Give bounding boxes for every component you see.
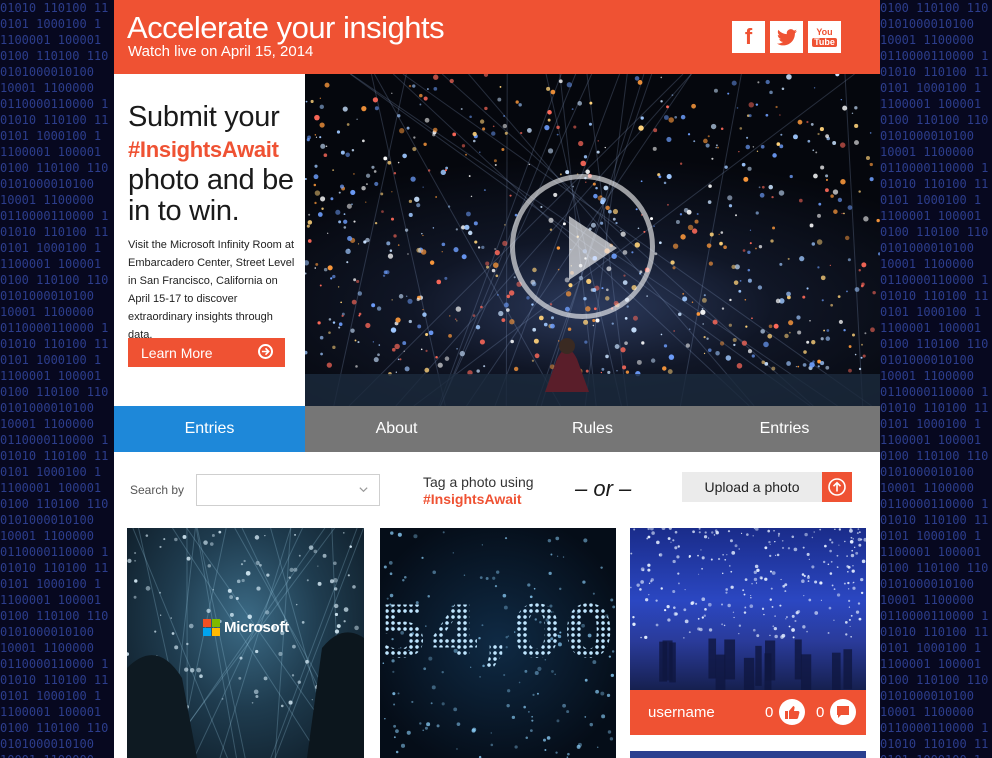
light-digits-text: 54,00 <box>380 590 616 674</box>
binary-background-right: 0100 110100 110 0101000010100 10001 1100… <box>880 1 989 758</box>
tab-entries-2[interactable]: Entries <box>689 406 880 452</box>
promo-hashtag[interactable]: #InsightsAwait <box>128 137 279 162</box>
entry-card-3[interactable] <box>630 528 866 690</box>
blue-lights-photo <box>630 528 866 690</box>
learn-more-button[interactable]: Learn More <box>128 338 285 367</box>
mirror-room-photo <box>127 528 364 758</box>
entry-card-3-footer: username 0 0 <box>630 690 866 735</box>
microsoft-logo: Microsoft <box>203 619 289 636</box>
tab-about[interactable]: About <box>305 406 488 452</box>
entries-toolbar: Search by Tag a photo using #InsightsAwa… <box>114 452 880 526</box>
comment-count: 0 <box>816 704 825 721</box>
entry-card-4[interactable] <box>630 751 866 758</box>
tab-bar: Entries About Rules Entries <box>114 406 880 452</box>
like-count: 0 <box>765 704 774 721</box>
learn-more-label: Learn More <box>141 344 213 361</box>
promo-panel: Submit your #InsightsAwait photo and be … <box>114 74 305 406</box>
promo-headline-line2: photo and be in to win. <box>128 164 294 227</box>
tag-instructions: Tag a photo using #InsightsAwait <box>423 474 534 508</box>
microsoft-wordmark: Microsoft <box>224 619 289 636</box>
entry-username[interactable]: username <box>648 704 715 721</box>
search-by-dropdown[interactable] <box>196 474 380 506</box>
facebook-button[interactable]: f <box>732 21 765 53</box>
tag-hashtag[interactable]: #InsightsAwait <box>423 491 522 507</box>
promo-headline-line1: Submit your <box>128 101 280 133</box>
main-page: Accelerate your insights Watch live on A… <box>114 0 880 758</box>
youtube-icon-top: You <box>816 26 833 37</box>
promo-headline: Submit your #InsightsAwait photo and be … <box>128 102 303 227</box>
facebook-icon: f <box>744 24 753 49</box>
like-icon[interactable] <box>779 699 805 725</box>
tab-rules[interactable]: Rules <box>496 406 689 452</box>
upload-photo-button[interactable]: Upload a photo <box>682 472 822 502</box>
youtube-icon-bottom: Tube <box>812 36 837 47</box>
tag-line: Tag a photo using <box>423 474 534 490</box>
comment-icon[interactable] <box>830 699 856 725</box>
video-player[interactable] <box>305 74 880 406</box>
binary-background-left: 01010 110100 11 0101 1000100 1 1100001 1… <box>0 1 109 758</box>
microsoft-logo-icon <box>203 619 220 636</box>
tab-entries[interactable]: Entries <box>114 406 305 452</box>
twitter-button[interactable] <box>770 21 803 53</box>
or-divider: – or – <box>575 476 632 501</box>
entry-card-2[interactable]: 54,00 <box>380 528 616 758</box>
upload-icon[interactable] <box>822 472 852 502</box>
entry-card-1[interactable]: Microsoft <box>127 528 364 758</box>
arrow-right-icon <box>258 344 273 359</box>
header-banner: Accelerate your insights Watch live on A… <box>114 0 880 74</box>
play-icon[interactable] <box>510 174 655 319</box>
search-by-label: Search by <box>130 483 185 497</box>
twitter-icon <box>776 28 797 45</box>
youtube-button[interactable]: You Tube <box>808 21 841 53</box>
chevron-down-icon <box>359 487 368 493</box>
page-title: Accelerate your insights <box>127 10 445 45</box>
promo-description: Visit the Microsoft Infinity Room at Emb… <box>128 239 295 341</box>
page-subtitle: Watch live on April 15, 2014 <box>128 43 314 60</box>
